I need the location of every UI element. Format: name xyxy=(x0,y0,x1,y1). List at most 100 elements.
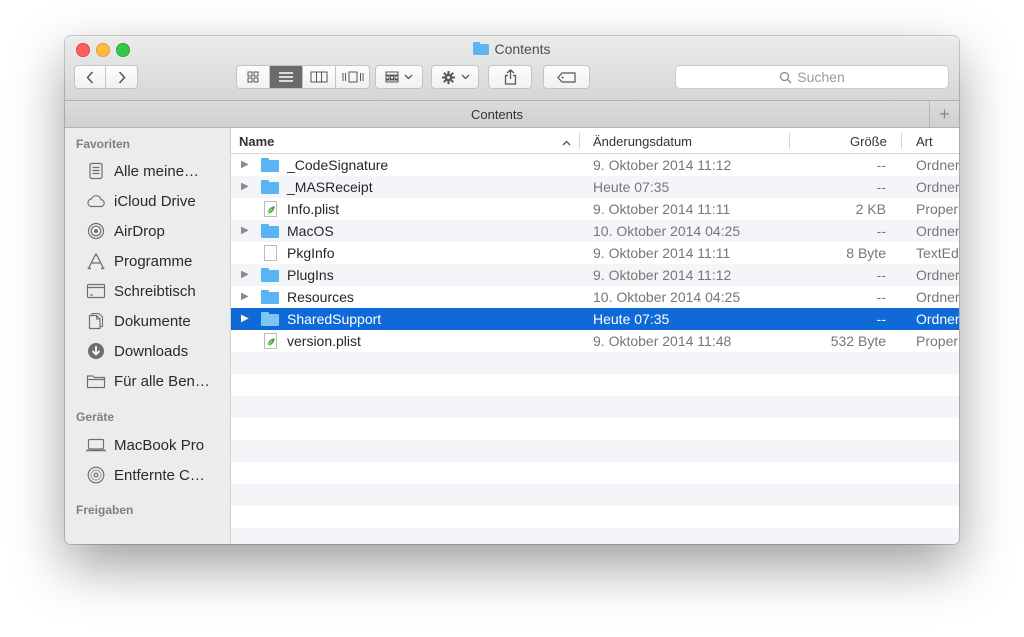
disclosure-triangle-icon[interactable]: ▶ xyxy=(241,159,249,170)
sidebar-item-label: AirDrop xyxy=(114,222,165,240)
tag-button[interactable] xyxy=(543,65,590,89)
sidebar-item-macbook-pro[interactable]: MacBook Pro xyxy=(85,434,225,456)
file-date: 9. Oktober 2014 11:11 xyxy=(593,245,731,261)
file-row[interactable]: ▶ PlugIns 9. Oktober 2014 11:12 -- Ordner xyxy=(231,264,959,286)
sidebar-item-airdrop[interactable]: AirDrop xyxy=(85,220,225,242)
column-header-size[interactable]: Größe xyxy=(850,134,887,149)
window-title-text: Contents xyxy=(494,41,551,57)
file-row[interactable]: PkgInfo 9. Oktober 2014 11:11 8 Byte TextEd xyxy=(231,242,959,264)
documents-icon xyxy=(85,311,107,331)
column-divider[interactable] xyxy=(901,132,902,149)
sidebar-item-label: MacBook Pro xyxy=(114,436,205,454)
file-name: PkgInfo xyxy=(287,245,335,261)
disclosure-triangle-icon[interactable]: ▶ xyxy=(241,291,249,302)
window-title: Contents xyxy=(65,41,959,57)
tab-bar: Contents + xyxy=(65,101,959,128)
action-button[interactable] xyxy=(431,65,479,89)
file-name: MacOS xyxy=(287,223,334,239)
column-view-button[interactable] xyxy=(303,66,336,88)
tab-title[interactable]: Contents xyxy=(65,107,929,122)
file-size: 2 KB xyxy=(855,201,886,217)
sort-ascending-icon[interactable] xyxy=(562,134,571,149)
airdrop-icon xyxy=(85,221,107,241)
document-icon xyxy=(261,245,279,261)
file-row[interactable]: ▶ MacOS 10. Oktober 2014 04:25 -- Ordner xyxy=(231,220,959,242)
list-icon xyxy=(279,72,293,82)
file-row[interactable]: Info.plist 9. Oktober 2014 11:11 2 KB Prope… xyxy=(231,198,959,220)
empty-row xyxy=(231,352,959,374)
column-header-kind[interactable]: Art xyxy=(916,134,933,149)
file-row[interactable]: ▶ Resources 10. Oktober 2014 04:25 -- Ordner xyxy=(231,286,959,308)
disclosure-triangle-icon[interactable]: ▶ xyxy=(241,181,249,192)
sidebar-item-remote-disc[interactable]: Entfernte C… xyxy=(85,464,225,486)
file-name: Resources xyxy=(287,289,354,305)
column-divider[interactable] xyxy=(789,132,790,149)
back-button[interactable] xyxy=(75,66,106,88)
file-name: Info.plist xyxy=(287,201,340,217)
folder-icon xyxy=(85,371,107,391)
cover-flow-icon xyxy=(342,71,363,83)
column-divider[interactable] xyxy=(579,132,580,149)
disclosure-triangle-icon[interactable]: ▶ xyxy=(241,313,249,324)
sidebar-section-favorites: Favoriten xyxy=(76,137,131,151)
chevron-right-icon xyxy=(118,70,126,84)
sidebar-item-label: Dokumente xyxy=(114,312,191,330)
plus-icon: + xyxy=(939,103,950,124)
arrange-button[interactable] xyxy=(375,65,423,89)
disclosure-triangle-icon[interactable]: ▶ xyxy=(241,269,249,280)
columns-icon xyxy=(310,71,328,83)
file-row[interactable]: version.plist 9. Oktober 2014 11:48 532 By… xyxy=(231,330,959,352)
view-mode-control xyxy=(236,65,370,89)
folder-icon xyxy=(261,311,279,327)
empty-row xyxy=(231,528,959,544)
file-name: PlugIns xyxy=(287,267,334,283)
arrange-grid-icon xyxy=(385,71,399,83)
sidebar-item-label: Schreibtisch xyxy=(114,282,196,300)
share-button[interactable] xyxy=(488,65,532,89)
empty-row xyxy=(231,462,959,484)
file-kind: Ordner xyxy=(916,223,959,239)
sidebar-item-applications[interactable]: Programme xyxy=(85,250,225,272)
folder-icon xyxy=(261,223,279,239)
sidebar-item-downloads[interactable]: Downloads xyxy=(85,340,225,362)
file-name: _CodeSignature xyxy=(287,157,389,173)
sidebar-item-label: Downloads xyxy=(114,342,189,360)
disclosure-triangle-icon[interactable]: ▶ xyxy=(241,225,249,236)
file-size: -- xyxy=(876,157,886,173)
cover-flow-view-button[interactable] xyxy=(336,66,369,88)
chevron-down-icon xyxy=(461,74,469,80)
file-row[interactable]: ▶ SharedSupport Heute 07:35 -- Ordner xyxy=(231,308,959,330)
file-list: Name Änderungsdatum Größe Art ▶ _CodeSign… xyxy=(231,128,959,544)
forward-button[interactable] xyxy=(106,66,137,88)
empty-row xyxy=(231,396,959,418)
file-size: 532 Byte xyxy=(830,333,886,349)
sidebar-item-desktop[interactable]: Schreibtisch xyxy=(85,280,225,302)
sidebar-item-icloud-drive[interactable]: iCloud Drive xyxy=(85,190,225,212)
gear-icon xyxy=(441,70,455,84)
file-row[interactable]: ▶ _MASReceipt Heute 07:35 -- Ordner xyxy=(231,176,959,198)
sidebar: Favoriten Alle meine… iCloud Drive AirDr… xyxy=(65,128,231,544)
empty-row xyxy=(231,484,959,506)
file-date: 9. Oktober 2014 11:12 xyxy=(593,157,732,173)
icon-view-button[interactable] xyxy=(237,66,270,88)
new-tab-button[interactable]: + xyxy=(929,101,959,127)
column-header-date[interactable]: Änderungsdatum xyxy=(593,134,692,149)
sidebar-item-all-files[interactable]: Alle meine… xyxy=(85,160,225,182)
sidebar-item-documents[interactable]: Dokumente xyxy=(85,310,225,332)
laptop-icon xyxy=(85,435,107,455)
plist-file-icon xyxy=(261,201,279,217)
applications-icon xyxy=(85,251,107,271)
empty-row xyxy=(231,506,959,528)
file-row[interactable]: ▶ _CodeSignature 9. Oktober 2014 11:12 -- Or… xyxy=(231,154,959,176)
empty-row xyxy=(231,418,959,440)
list-view-button[interactable] xyxy=(270,66,303,88)
sidebar-item-shared-folder[interactable]: Für alle Ben… xyxy=(85,370,225,392)
column-header-name[interactable]: Name xyxy=(239,134,274,149)
file-kind: Ordner xyxy=(916,157,959,173)
folder-icon xyxy=(473,42,490,55)
file-kind: Proper xyxy=(916,333,959,349)
sidebar-item-label: Für alle Ben… xyxy=(114,372,210,390)
disc-icon xyxy=(85,465,107,485)
tag-icon xyxy=(556,71,576,83)
search-field[interactable]: Suchen xyxy=(675,65,949,89)
